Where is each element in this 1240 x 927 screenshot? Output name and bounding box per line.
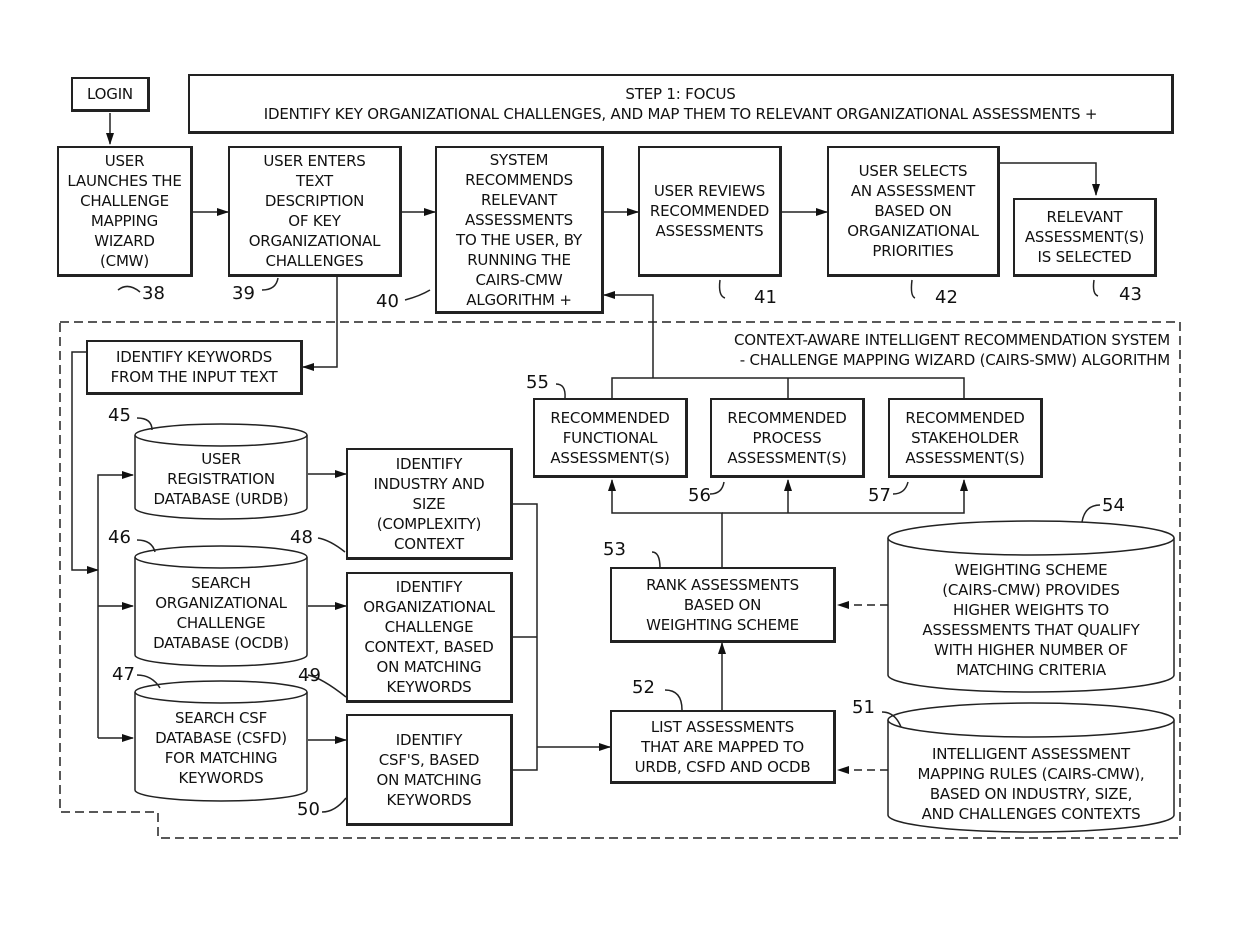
ref-47: 47 <box>112 664 135 685</box>
ref-41: 41 <box>754 287 777 308</box>
ref-53: 53 <box>603 539 626 560</box>
ref-51: 51 <box>852 697 875 718</box>
login-label: LOGIN <box>87 85 133 103</box>
ref-39: 39 <box>232 283 255 304</box>
recommended-functional-box: RECOMMENDED FUNCTIONAL ASSESSMENT(S) <box>533 398 688 478</box>
rank-assessments-box: RANK ASSESSMENTS BASED ON WEIGHTING SCHE… <box>610 567 836 643</box>
system-caption: CONTEXT-AWARE INTELLIGENT RECOMMENDATION… <box>734 331 1170 369</box>
step-assessment-selected: RELEVANT ASSESSMENT(S) IS SELECTED <box>1013 198 1157 277</box>
ref-40: 40 <box>376 291 399 312</box>
ref-43: 43 <box>1119 284 1142 305</box>
ocdb-database: SEARCH ORGANIZATIONAL CHALLENGE DATABASE… <box>153 574 289 652</box>
step-header: STEP 1: FOCUS IDENTIFY KEY ORGANIZATIONA… <box>188 74 1174 134</box>
step-description: IDENTIFY KEY ORGANIZATIONAL CHALLENGES, … <box>263 104 1098 123</box>
step-user-selects: USER SELECTS AN ASSESSMENT BASED ON ORGA… <box>827 146 1000 277</box>
ref-54: 54 <box>1102 495 1125 516</box>
login-box[interactable]: LOGIN <box>71 77 150 112</box>
ref-38: 38 <box>142 283 165 304</box>
step-title: STEP 1: FOCUS <box>625 84 736 103</box>
step-system-recommends: SYSTEM RECOMMENDS RELEVANT ASSESSMENTS T… <box>435 146 604 314</box>
industry-size-context-box: IDENTIFY INDUSTRY AND SIZE (COMPLEXITY) … <box>346 448 513 560</box>
ref-49: 49 <box>298 665 321 686</box>
weighting-scheme-store: WEIGHTING SCHEME (CAIRS-CMW) PROVIDES HI… <box>922 561 1140 679</box>
mapping-rules-store: INTELLIGENT ASSESSMENT MAPPING RULES (CA… <box>917 745 1145 823</box>
step-user-reviews: USER REVIEWS RECOMMENDED ASSESSMENTS <box>638 146 782 277</box>
ref-52: 52 <box>632 677 655 698</box>
step-enter-description: USER ENTERS TEXT DESCRIPTION OF KEY ORGA… <box>228 146 402 277</box>
step-launch-wizard: USER LAUNCHES THE CHALLENGE MAPPING WIZA… <box>57 146 193 277</box>
csf-context-box: IDENTIFY CSF'S, BASED ON MATCHING KEYWOR… <box>346 714 513 826</box>
recommended-stakeholder-box: RECOMMENDED STAKEHOLDER ASSESSMENT(S) <box>888 398 1043 478</box>
challenge-context-box: IDENTIFY ORGANIZATIONAL CHALLENGE CONTEX… <box>346 572 513 703</box>
identify-keywords-box: IDENTIFY KEYWORDS FROM THE INPUT TEXT <box>86 340 303 395</box>
ref-45: 45 <box>108 405 131 426</box>
csfd-database: SEARCH CSF DATABASE (CSFD) FOR MATCHING … <box>155 709 287 787</box>
urdb-database: USER REGISTRATION DATABASE (URDB) <box>153 450 289 508</box>
ref-42: 42 <box>935 287 958 308</box>
ref-46: 46 <box>108 527 131 548</box>
ref-57: 57 <box>868 485 891 506</box>
ref-55: 55 <box>526 372 549 393</box>
list-assessments-box: LIST ASSESSMENTS THAT ARE MAPPED TO URDB… <box>610 710 836 784</box>
ref-50: 50 <box>297 799 320 820</box>
recommended-process-box: RECOMMENDED PROCESS ASSESSMENT(S) <box>710 398 865 478</box>
ref-56: 56 <box>688 485 711 506</box>
ref-48: 48 <box>290 527 313 548</box>
